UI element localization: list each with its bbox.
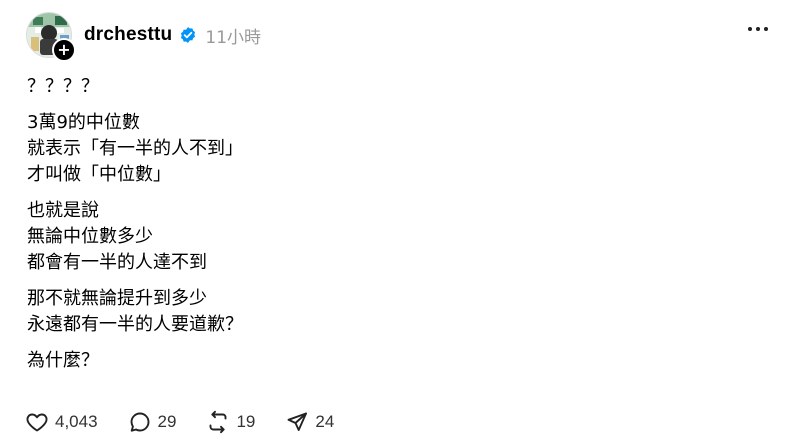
text-line: 才叫做「中位數」 <box>27 164 171 185</box>
post-body: ？？？？ 3萬9的中位數 就表示「有一半的人不到」 才叫做「中位數」 也就是說 … <box>27 74 767 384</box>
text-line: 也就是說 <box>27 200 99 221</box>
repost-count: 19 <box>236 412 256 431</box>
paragraph: 也就是說 無論中位數多少 都會有一半的人達不到 <box>27 198 767 276</box>
share-button[interactable]: 24 <box>285 410 334 434</box>
verified-badge-icon <box>179 26 197 44</box>
thread-post: + drchesttu 11小時 ？？？？ 3萬9的中位數 就表示「有一半的人不… <box>0 0 800 444</box>
paragraph: ？？？？ <box>27 74 767 100</box>
paragraph: 為什麼？ <box>27 348 767 374</box>
text-line: 永遠都有一半的人要道歉？ <box>27 314 243 335</box>
heart-icon <box>26 413 48 432</box>
like-button[interactable]: 4,043 <box>25 410 98 434</box>
action-bar: 4,043 29 19 24 <box>25 408 364 436</box>
more-icon[interactable] <box>748 27 768 31</box>
post-time: 11小時 <box>205 27 262 48</box>
comment-count: 29 <box>157 412 177 431</box>
text-line: 為什麼？ <box>27 350 99 371</box>
comment-icon <box>130 412 149 432</box>
paragraph: 那不就無論提升到多少 永遠都有一半的人要道歉？ <box>27 286 767 338</box>
text-line: 都會有一半的人達不到 <box>27 252 207 273</box>
comment-button[interactable]: 29 <box>128 410 177 434</box>
text-line: 就表示「有一半的人不到」 <box>27 138 243 159</box>
text-line: 無論中位數多少 <box>27 226 153 247</box>
text-line: 3萬9的中位數 <box>27 112 140 133</box>
avatar-container[interactable]: + <box>26 12 76 62</box>
text-line: 那不就無論提升到多少 <box>27 288 207 309</box>
follow-plus-icon[interactable]: + <box>52 38 76 62</box>
username[interactable]: drchesttu <box>84 24 172 46</box>
text-line: ？？？？ <box>27 76 99 97</box>
repost-icon <box>210 410 227 434</box>
repost-button[interactable]: 19 <box>206 410 255 434</box>
share-icon <box>287 412 308 431</box>
post-header: drchesttu 11小時 <box>84 22 261 48</box>
like-count: 4,043 <box>55 412 98 431</box>
paragraph: 3萬9的中位數 就表示「有一半的人不到」 才叫做「中位數」 <box>27 110 767 188</box>
share-count: 24 <box>315 412 335 431</box>
